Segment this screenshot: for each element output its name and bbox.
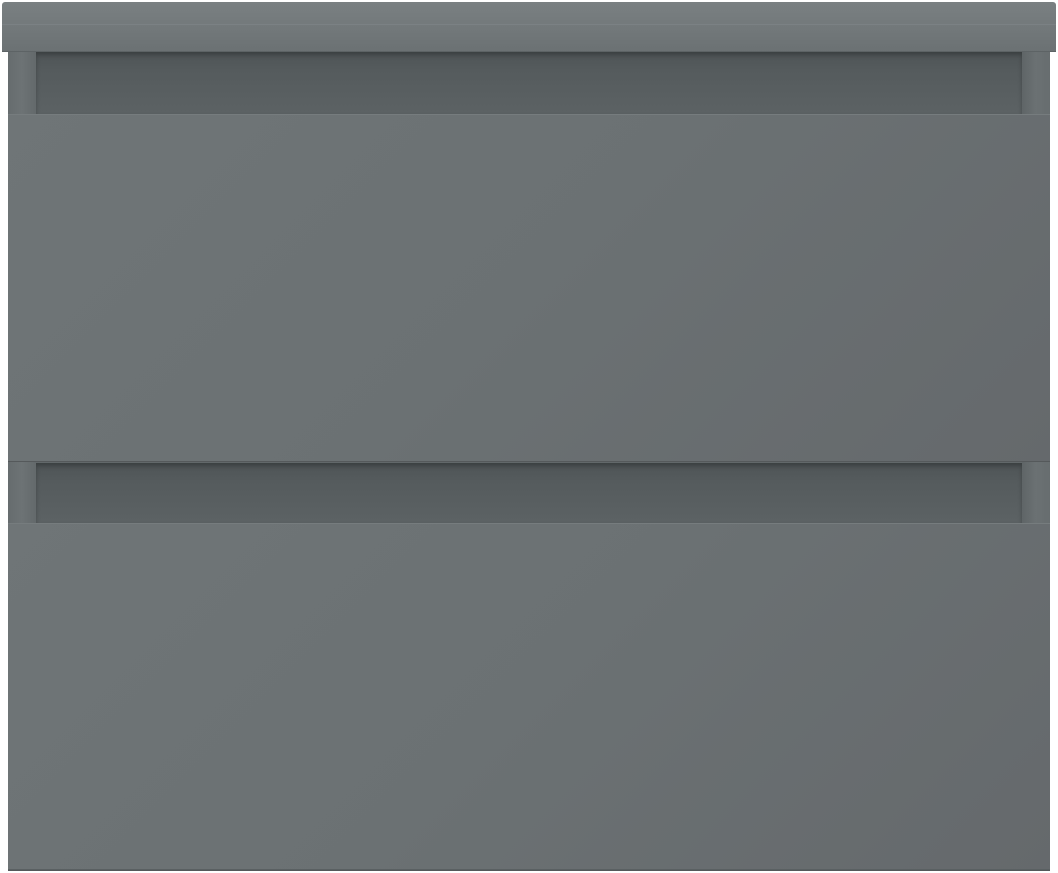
cabinet-bottom-edge xyxy=(8,869,1050,870)
vanity-cabinet xyxy=(0,0,1058,873)
countertop-edge-highlight xyxy=(2,24,1056,25)
bottom-drawer-grip-recess xyxy=(36,463,1022,523)
top-drawer-front xyxy=(8,114,1050,461)
top-drawer-grip-recess xyxy=(36,52,1022,114)
bottom-drawer-front xyxy=(8,523,1050,870)
countertop xyxy=(2,2,1056,52)
